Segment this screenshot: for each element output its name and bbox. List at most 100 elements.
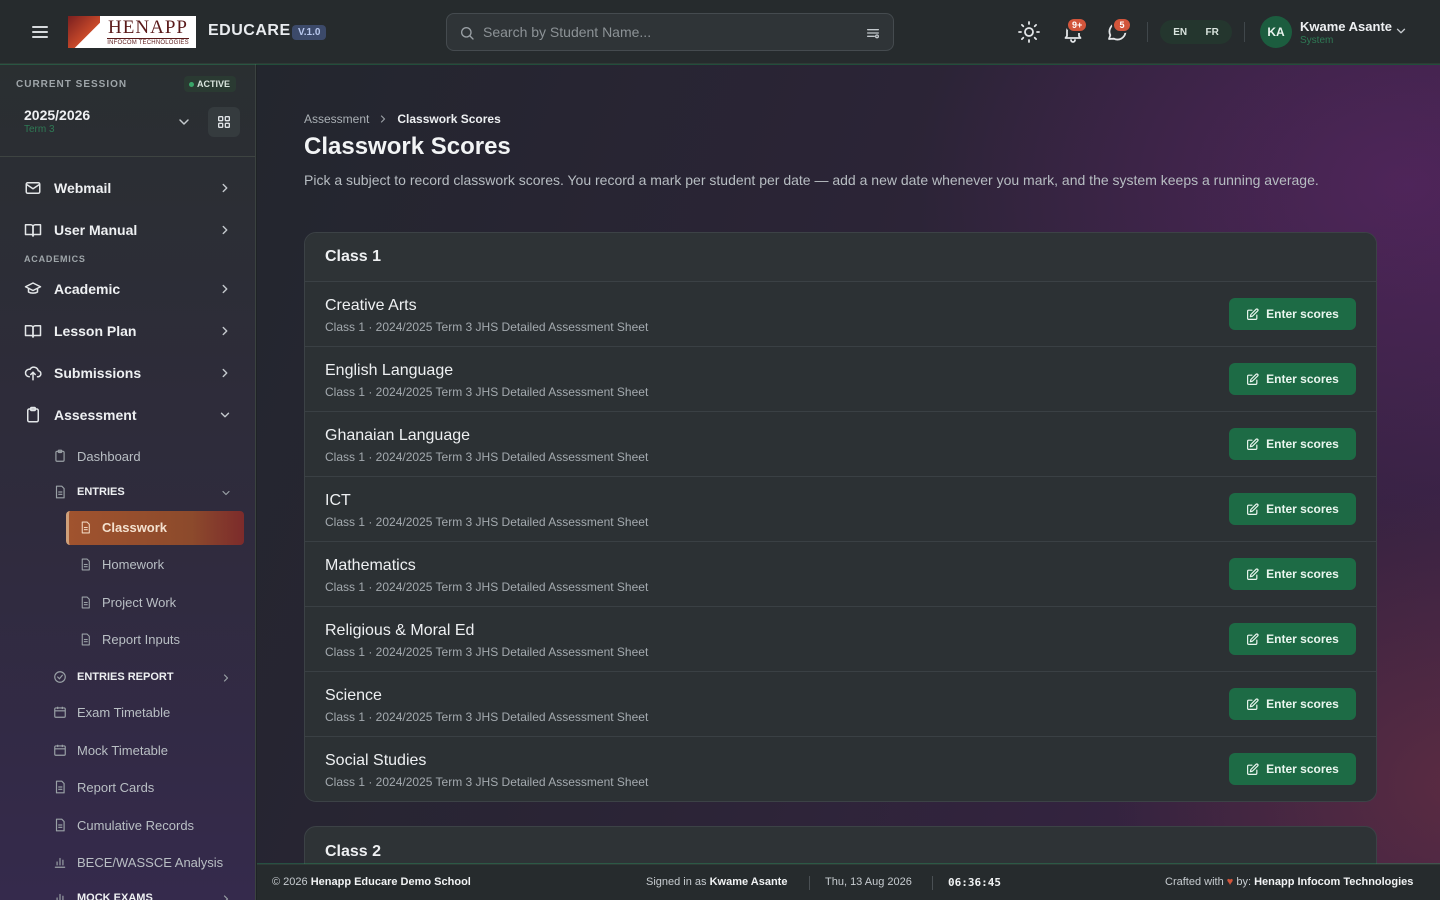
sidebar-item-lesson-plan[interactable]: Lesson Plan [16, 313, 244, 349]
class-card-title: Class 1 [305, 233, 1376, 282]
enter-scores-button[interactable]: Enter scores [1229, 688, 1356, 720]
sidebar-item-assessment[interactable]: Assessment [16, 397, 244, 433]
subject-meta: Class 1 · 2024/2025 Term 3 JHS Detailed … [325, 710, 649, 724]
sidebar-item-homework[interactable]: Homework [66, 548, 244, 582]
sidebar-item-label: BECE/WASSCE Analysis [77, 855, 224, 870]
bar-chart-icon [53, 855, 67, 869]
sidebar-item-report-inputs[interactable]: Report Inputs [66, 623, 244, 657]
edit-icon [1246, 502, 1259, 516]
list-item: Creative Arts Class 1 · 2024/2025 Term 3 … [305, 282, 1376, 347]
sidebar-item-submissions[interactable]: Submissions [16, 355, 244, 391]
edit-icon [1246, 632, 1259, 646]
footer-divider [809, 876, 810, 890]
sidebar-item-label: ENTRIES [77, 486, 125, 498]
page-description: Pick a subject to record classwork score… [304, 172, 1319, 188]
sidebar-item-label: Assessment [54, 407, 137, 423]
sidebar-item-label: Dashboard [77, 449, 141, 464]
avatar[interactable]: KA [1260, 16, 1292, 48]
section-heading-academics: ACADEMICS [24, 254, 86, 264]
chevron-right-icon [218, 282, 232, 296]
sidebar-item-label: Project Work [102, 595, 177, 610]
edit-icon [1246, 437, 1259, 451]
henapp-logo[interactable]: HENAPP INFOCOM TECHNOLOGIES [68, 16, 196, 48]
check-circle-icon [53, 670, 67, 684]
list-item: Mathematics Class 1 · 2024/2025 Term 3 JH… [305, 542, 1376, 607]
list-item: Ghanaian Language Class 1 · 2024/2025 Ter… [305, 412, 1376, 477]
theme-toggle-sun-icon[interactable] [1017, 20, 1041, 44]
footer: © 2026 Henapp Educare Demo School Signed… [257, 864, 1440, 900]
page-title: Classwork Scores [304, 133, 511, 160]
enter-scores-button[interactable]: Enter scores [1229, 363, 1356, 395]
footer-signed-in: Signed in as Kwame Asante [646, 876, 787, 888]
top-header: HENAPP INFOCOM TECHNOLOGIES EDUCARE V.1.… [0, 0, 1440, 64]
logo-mark-icon [68, 16, 100, 48]
enter-scores-button[interactable]: Enter scores [1229, 753, 1356, 785]
sidebar-item-report-cards[interactable]: Report Cards [44, 772, 244, 802]
status-dot-icon [189, 81, 194, 87]
chevron-down-icon[interactable] [1394, 24, 1408, 38]
sidebar-item-label: Cumulative Records [77, 818, 195, 833]
document-icon [53, 485, 67, 499]
student-search [446, 13, 894, 51]
sidebar-item-label: MOCK EXAMS [77, 892, 153, 900]
lang-en-button[interactable]: EN [1173, 27, 1187, 38]
version-badge: V.1.0 [292, 25, 327, 40]
session-term: Term 3 [24, 124, 55, 135]
footer-date: Thu, 13 Aug 2026 [825, 876, 912, 888]
sidebar-item-bece-analysis[interactable]: BECE/WASSCE Analysis [44, 847, 244, 877]
subject-name: Science [325, 687, 382, 704]
apps-grid-button[interactable] [208, 107, 240, 137]
sidebar-item-dashboard[interactable]: Dashboard [44, 441, 244, 471]
breadcrumb-assessment-link[interactable]: Assessment [304, 112, 369, 126]
enter-scores-button[interactable]: Enter scores [1229, 558, 1356, 590]
chevron-right-icon [218, 324, 232, 338]
subject-name: ICT [325, 492, 351, 509]
lang-fr-button[interactable]: FR [1205, 27, 1218, 38]
graduation-cap-icon [24, 280, 42, 298]
edit-icon [1246, 567, 1259, 581]
company-name[interactable]: Henapp Infocom Technologies [1254, 876, 1413, 888]
chevron-right-icon [218, 223, 232, 237]
sidebar-item-cumulative-records[interactable]: Cumulative Records [44, 810, 244, 840]
session-year[interactable]: 2025/2026 [24, 107, 90, 123]
footer-copyright: © 2026 Henapp Educare Demo School [272, 876, 471, 888]
enter-scores-button[interactable]: Enter scores [1229, 428, 1356, 460]
sidebar-item-mock-timetable[interactable]: Mock Timetable [44, 735, 244, 765]
class-card-class-2: Class 2 [304, 826, 1377, 864]
sidebar-item-classwork[interactable]: Classwork [66, 511, 244, 545]
footer-divider [932, 876, 933, 890]
subject-meta: Class 1 · 2024/2025 Term 3 JHS Detailed … [325, 645, 649, 659]
session-chevron-down-icon[interactable] [176, 114, 192, 130]
edit-icon [1246, 372, 1259, 386]
subject-name: Social Studies [325, 752, 427, 769]
sidebar-item-entries-report[interactable]: ENTRIES REPORT [44, 662, 244, 692]
document-icon [79, 558, 92, 571]
sidebar-item-mock-exams[interactable]: MOCK EXAMS [44, 883, 244, 900]
clipboard-icon [53, 449, 67, 463]
search-input[interactable] [483, 14, 853, 50]
breadcrumb-current: Classwork Scores [397, 112, 501, 126]
sidebar-item-user-manual[interactable]: User Manual [16, 212, 244, 248]
enter-scores-button[interactable]: Enter scores [1229, 623, 1356, 655]
sidebar-item-academic[interactable]: Academic [16, 271, 244, 307]
document-icon [53, 818, 67, 832]
chevron-right-icon [218, 181, 232, 195]
sidebar-item-exam-timetable[interactable]: Exam Timetable [44, 697, 244, 727]
sidebar-item-webmail[interactable]: Webmail [16, 170, 244, 206]
user-name[interactable]: Kwame Asante [1300, 19, 1392, 34]
sidebar-item-project-work[interactable]: Project Work [66, 586, 244, 620]
sidebar-item-label: Classwork [102, 520, 168, 535]
hamburger-menu-icon[interactable] [28, 20, 52, 44]
sidebar-item-entries[interactable]: ENTRIES [44, 477, 244, 507]
enter-scores-button[interactable]: Enter scores [1229, 493, 1356, 525]
enter-scores-button[interactable]: Enter scores [1229, 298, 1356, 330]
edit-icon [1246, 697, 1259, 711]
heart-icon: ♥ [1226, 876, 1234, 888]
filter-icon[interactable] [865, 25, 881, 41]
enter-scores-label: Enter scores [1266, 437, 1339, 451]
subject-name: English Language [325, 362, 454, 379]
sidebar-item-label: Report Cards [77, 780, 155, 795]
enter-scores-label: Enter scores [1266, 307, 1339, 321]
document-icon [79, 596, 92, 609]
document-icon [79, 521, 92, 534]
